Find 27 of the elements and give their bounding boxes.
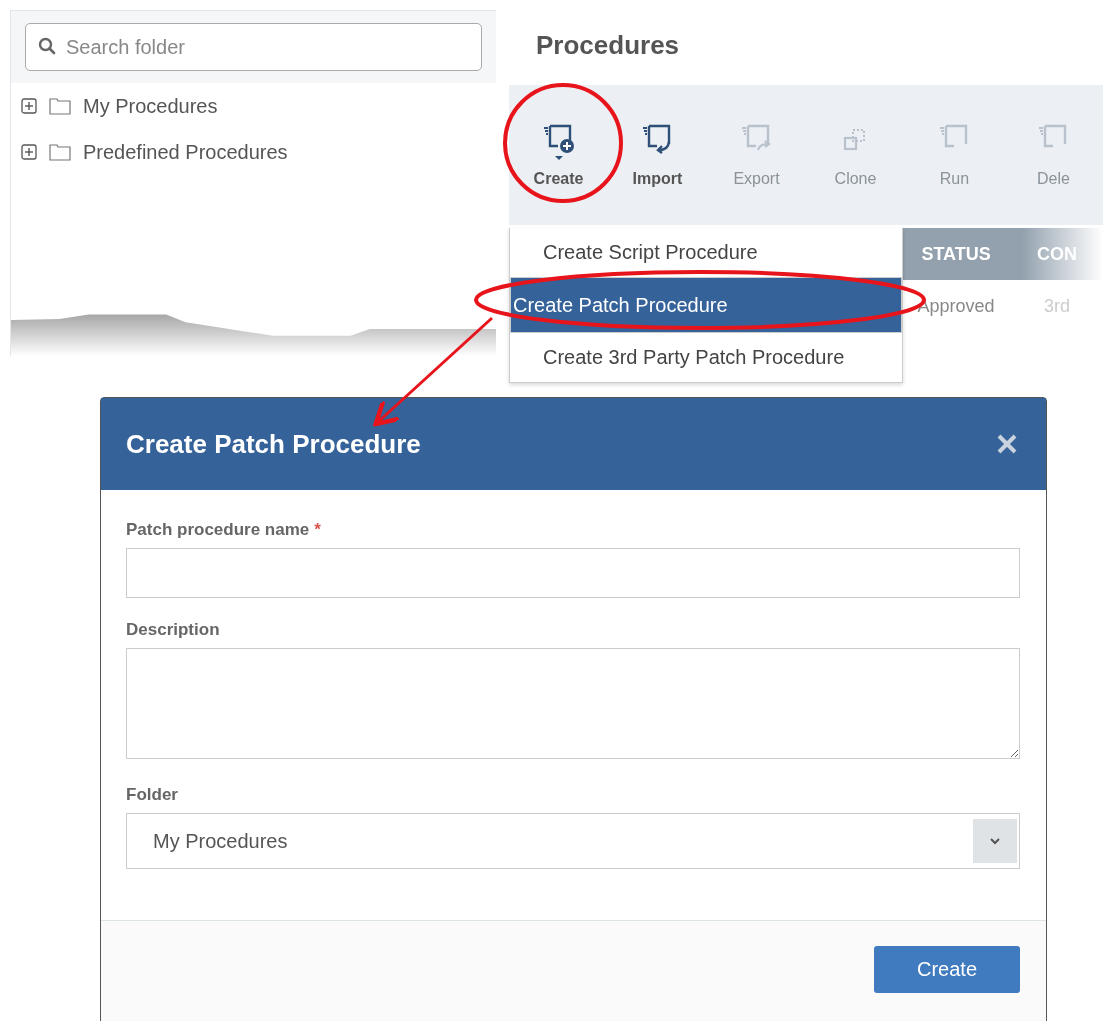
dialog-title: Create Patch Procedure	[126, 428, 421, 460]
column-header: CON	[1036, 243, 1079, 265]
close-icon[interactable]	[996, 433, 1018, 455]
expand-icon[interactable]	[21, 98, 37, 114]
field-label: Patch procedure name	[126, 520, 310, 540]
expand-icon[interactable]	[21, 144, 37, 160]
panel-title: Procedures	[535, 29, 681, 62]
search-icon	[38, 37, 56, 55]
toolbar-button[interactable]: Create	[509, 122, 608, 188]
folder-select[interactable]: My Procedures	[126, 813, 1020, 869]
document-plus-icon	[541, 122, 576, 162]
create-button[interactable]: Create	[874, 946, 1020, 993]
field-label: Folder	[126, 785, 178, 805]
required-mark: *	[314, 520, 321, 540]
menu-item[interactable]: Create 3rd Party Patch Procedure	[510, 333, 902, 382]
chevron-down-icon	[988, 836, 1002, 846]
toolbar-button[interactable]: Import	[608, 122, 707, 188]
input-field[interactable]	[126, 548, 1020, 598]
menu-item[interactable]: Create Script Procedure	[510, 228, 902, 277]
column-header: STATUS	[920, 243, 992, 265]
menu-item[interactable]: Create Patch Procedure	[510, 277, 902, 333]
field-label: Description	[126, 620, 220, 640]
tree-item[interactable]: Predefined Procedures	[83, 140, 288, 164]
folder-icon	[49, 143, 71, 161]
search-field[interactable]: Search folder	[25, 23, 482, 71]
tree-item[interactable]: My Procedures	[83, 94, 218, 118]
folder-icon	[49, 97, 71, 115]
